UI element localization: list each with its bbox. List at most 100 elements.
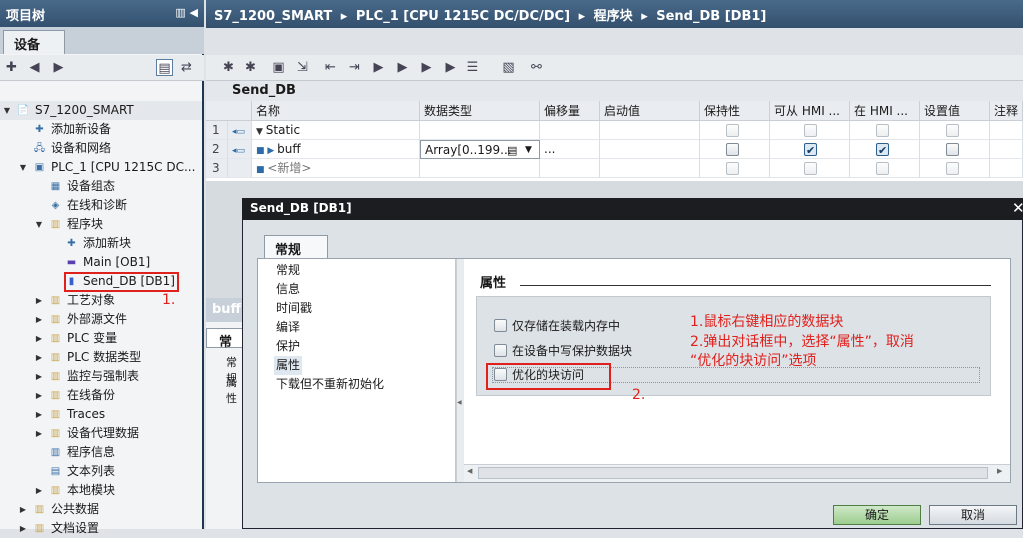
properties-tab[interactable]: buff xyxy=(206,298,244,322)
flag-cell[interactable] xyxy=(770,121,850,140)
tree-item[interactable]: ▶ ▥ 监控与强制表 xyxy=(0,367,202,386)
tree-item[interactable]: ▼ ▣ PLC_1 [CPU 1215C DC... xyxy=(0,158,202,177)
flag-cell[interactable] xyxy=(850,121,920,140)
load-memory-checkbox[interactable] xyxy=(494,319,507,332)
back-icon[interactable]: ◀ xyxy=(26,59,43,76)
column-header[interactable]: 保持性 xyxy=(700,101,770,121)
expanded-arrow-icon[interactable]: ▼ xyxy=(34,215,44,234)
snapshot-icon[interactable]: ⇲ xyxy=(294,59,311,76)
collapsed-arrow-icon[interactable]: ▶ xyxy=(34,405,44,424)
flag-cell[interactable] xyxy=(700,140,770,159)
comment-cell[interactable] xyxy=(990,140,1023,159)
ok-button[interactable]: 确定 xyxy=(833,505,921,525)
sync-icon[interactable]: ⇄ xyxy=(178,59,195,76)
tree-item[interactable]: ▶ ▥ 外部源文件 xyxy=(0,310,202,329)
cancel-button[interactable]: 取消 xyxy=(929,505,1017,525)
collapsed-arrow-icon[interactable]: ▶ xyxy=(34,310,44,329)
copy-start-icon[interactable]: ⇥ xyxy=(346,59,363,76)
tree-item[interactable]: ✚ 添加新设备 xyxy=(0,120,202,139)
insert-row-icon[interactable]: ✱ xyxy=(220,59,237,76)
flag-checkbox[interactable] xyxy=(876,162,889,175)
collapsed-arrow-icon[interactable]: ▶ xyxy=(34,348,44,367)
collapse-tree-button[interactable]: ▥ ◀ xyxy=(175,6,198,19)
collapsed-arrow-icon[interactable]: ▶ xyxy=(34,386,44,405)
close-icon[interactable]: ✕ xyxy=(1012,199,1023,219)
nav-item[interactable]: 属性 xyxy=(274,356,303,375)
collapsed-arrow-icon[interactable]: ▶ xyxy=(34,481,44,500)
nav-scrollbar[interactable]: ◀ xyxy=(456,259,464,482)
expanded-arrow-icon[interactable]: ▼ xyxy=(18,158,28,177)
flag-checkbox[interactable] xyxy=(804,162,817,175)
tree-item[interactable]: ▼ ▥ 程序块 xyxy=(0,215,202,234)
breadcrumb-plc[interactable]: PLC_1 [CPU 1215C DC/DC/DC] xyxy=(356,9,570,24)
name-cell[interactable]: ■ ▶ buff xyxy=(252,140,420,159)
expand-icon[interactable]: ▧ xyxy=(500,59,517,76)
comment-cell[interactable] xyxy=(990,159,1023,178)
tree-item[interactable]: ▶ ▥ Traces xyxy=(0,405,202,424)
reset-start-icon[interactable]: ⇤ xyxy=(322,59,339,76)
scroll-right-icon[interactable]: ▶ xyxy=(997,467,1002,475)
tab-devices[interactable]: 设备 xyxy=(3,30,65,54)
keep-actual-icon[interactable]: ☰ xyxy=(464,59,481,76)
expanded-arrow-icon[interactable]: ▼ xyxy=(256,127,266,137)
flag-cell[interactable] xyxy=(920,121,990,140)
comment-cell[interactable] xyxy=(990,121,1023,140)
tree-item[interactable]: ✚ 添加新块 xyxy=(0,234,202,253)
nav-item[interactable]: 时间戳 xyxy=(276,299,312,318)
scroll-left-icon[interactable]: ◀ xyxy=(467,467,472,475)
column-header[interactable]: 设置值 xyxy=(920,101,990,121)
type-cell[interactable] xyxy=(420,159,540,178)
start-value-cell[interactable] xyxy=(600,140,700,159)
load-start-icon[interactable]: ▶ xyxy=(394,59,411,76)
upload-icon[interactable]: ▶ xyxy=(442,59,459,76)
lower-tab-general[interactable]: 常 xyxy=(206,328,244,350)
nav-item[interactable]: 下载但不重新初始化 xyxy=(276,375,384,394)
tree-item[interactable]: ▬ Main [OB1] xyxy=(0,253,202,272)
breadcrumb-db[interactable]: Send_DB [DB1] xyxy=(656,9,766,24)
new-item-icon[interactable]: ✚ xyxy=(3,59,20,76)
expanded-arrow-icon[interactable]: ▼ xyxy=(2,101,12,120)
tree-item[interactable]: ▼ 📄 S7_1200_SMART xyxy=(0,101,202,120)
monitor-all-icon[interactable]: ⚯ xyxy=(528,59,545,76)
collapsed-arrow-icon[interactable]: ▶ xyxy=(18,500,28,519)
tree-item[interactable]: ▶ ▥ 在线备份 xyxy=(0,386,202,405)
name-cell[interactable]: ▼ Static xyxy=(252,121,420,140)
write-protect-checkbox[interactable] xyxy=(494,344,507,357)
tree-item[interactable]: ▶ ▥ 本地模块 xyxy=(0,481,202,500)
flag-cell[interactable] xyxy=(920,140,990,159)
start-value-cell[interactable] xyxy=(600,159,700,178)
monitor-icon[interactable]: ▣ xyxy=(270,59,287,76)
overview-icon[interactable]: ▤ xyxy=(156,59,173,76)
flag-cell[interactable] xyxy=(770,140,850,159)
collapsed-arrow-icon[interactable]: ▶ xyxy=(34,329,44,348)
type-browse-icon[interactable]: ▤ xyxy=(507,141,517,158)
collapsed-arrow-icon[interactable]: ▶ xyxy=(34,291,44,310)
tree-item[interactable]: ▶ ▥ 公共数据 xyxy=(0,500,202,519)
breadcrumb-project[interactable]: S7_1200_SMART xyxy=(214,9,332,24)
tree-item[interactable]: ▥ 程序信息 xyxy=(0,443,202,462)
member-icon[interactable]: ■ xyxy=(256,165,267,175)
nav-item[interactable]: 信息 xyxy=(276,280,300,299)
flag-checkbox[interactable] xyxy=(804,124,817,137)
column-header[interactable]: 启动值 xyxy=(600,101,700,121)
tree-item[interactable]: ▦ 设备组态 xyxy=(0,177,202,196)
column-header[interactable]: 可从 HMI ... xyxy=(770,101,850,121)
flag-cell[interactable] xyxy=(850,140,920,159)
name-cell[interactable]: ■ <新增> xyxy=(252,159,420,178)
flag-checkbox[interactable] xyxy=(876,124,889,137)
scroll-left-icon[interactable]: ◀ xyxy=(457,399,462,406)
start-value-cell[interactable] xyxy=(600,121,700,140)
flag-checkbox[interactable] xyxy=(946,162,959,175)
tree-item[interactable]: ▶ ▥ PLC 变量 xyxy=(0,329,202,348)
add-row-icon[interactable]: ✱ xyxy=(242,59,259,76)
scroll-thumb[interactable] xyxy=(478,467,988,479)
member-icon[interactable]: ■ ▶ xyxy=(256,146,277,156)
flag-cell[interactable] xyxy=(770,159,850,178)
column-header[interactable]: 偏移量 xyxy=(540,101,600,121)
flag-cell[interactable] xyxy=(700,159,770,178)
column-header[interactable]: 名称 xyxy=(252,101,420,121)
dropdown-icon[interactable]: ▼ xyxy=(525,141,532,158)
nav-item[interactable]: 常规 xyxy=(276,261,300,280)
nav-item[interactable]: 编译 xyxy=(276,318,300,337)
tree-item[interactable]: ▶ ▥ PLC 数据类型 xyxy=(0,348,202,367)
